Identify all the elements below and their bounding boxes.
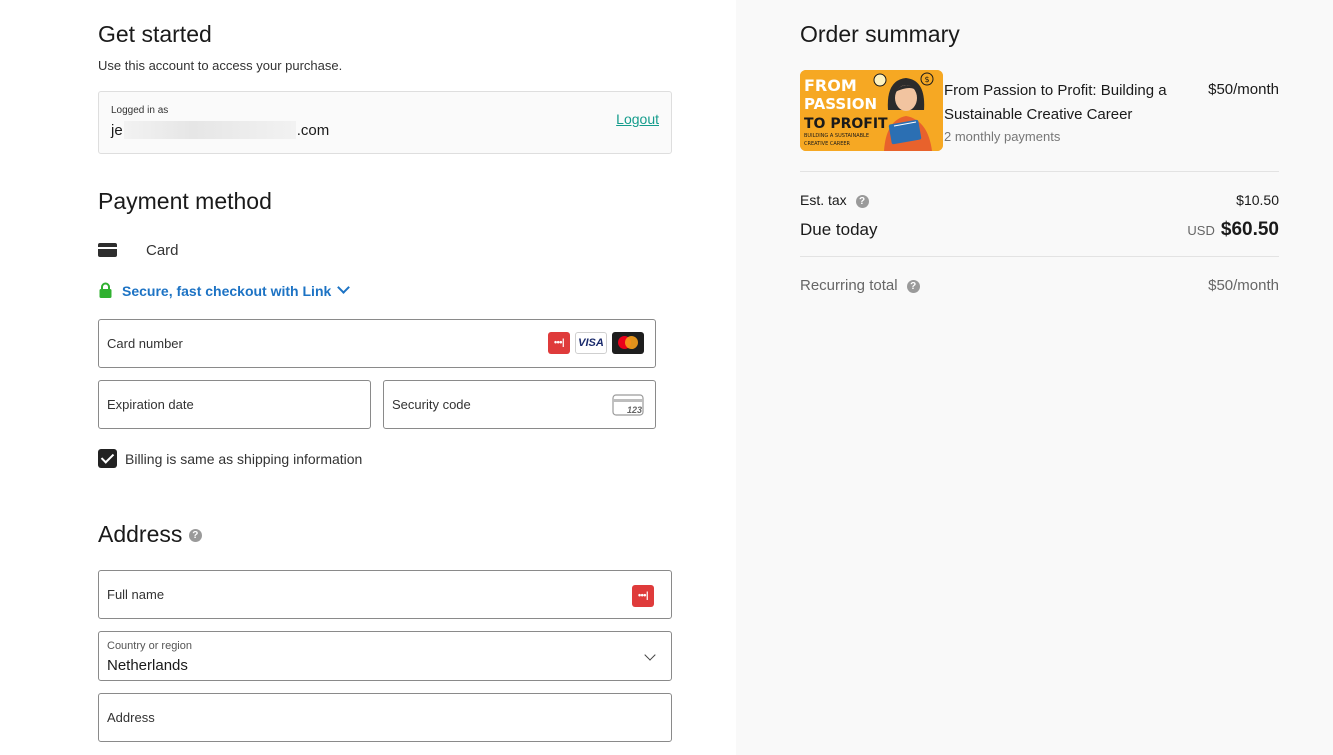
get-started-heading: Get started	[98, 21, 212, 47]
recurring-total-label: Recurring total ?	[800, 277, 920, 294]
chevron-down-icon	[644, 649, 656, 661]
cvc-icon-text: 123	[627, 405, 642, 415]
svg-text:$: $	[924, 75, 929, 84]
address-field[interactable]	[98, 693, 672, 742]
account-subtitle: Use this account to access your purchase…	[98, 58, 343, 73]
help-icon[interactable]: ?	[906, 279, 920, 293]
link-checkout-label: Secure, fast checkout with Link	[122, 282, 332, 299]
address-heading-text: Address	[98, 521, 183, 547]
thumb-line3: TO PROFIT	[804, 116, 888, 132]
help-icon[interactable]: ?	[855, 194, 869, 208]
due-value: $60.50	[1220, 219, 1279, 240]
cvc-card-icon: 123	[612, 394, 644, 421]
card-brands: •••| VISA	[548, 332, 644, 354]
thumb-line1: FROM	[804, 76, 857, 95]
security-code-field[interactable]: 123	[383, 380, 656, 429]
thumb-line2: PASSION	[804, 95, 877, 113]
summary-divider	[800, 256, 1279, 257]
product-title: From Passion to Profit: Building a Susta…	[944, 82, 1167, 123]
card-payment-option[interactable]: Card	[98, 240, 179, 260]
card-icon	[98, 243, 117, 257]
country-value: Netherlands	[107, 657, 188, 674]
account-box: Logged in as je .com Logout	[98, 91, 672, 154]
address-input[interactable]	[107, 694, 663, 741]
logout-link[interactable]: Logout	[616, 111, 659, 127]
expiration-date-field[interactable]	[98, 380, 371, 429]
summary-divider	[800, 171, 1279, 172]
security-code-input[interactable]	[392, 381, 647, 428]
recurring-total-value: $50/month	[1208, 277, 1279, 294]
tax-value: $10.50	[1236, 192, 1279, 208]
email-redacted	[123, 121, 296, 139]
billing-same-label: Billing is same as shipping information	[125, 451, 363, 467]
card-number-field[interactable]: •••| VISA	[98, 319, 656, 368]
order-summary-heading: Order summary	[800, 21, 960, 47]
logged-in-label: Logged in as	[111, 105, 169, 116]
link-dots-icon: •••|	[548, 332, 570, 354]
recurring-label-text: Recurring total	[800, 277, 898, 294]
product-thumbnail: FROM PASSION TO PROFIT BUILDING A SUSTAI…	[800, 70, 943, 151]
link-dots-icon: •••|	[632, 585, 654, 607]
help-icon[interactable]: ?	[188, 529, 202, 543]
full-name-input[interactable]	[107, 571, 663, 618]
expiration-date-input[interactable]	[107, 381, 362, 428]
due-today-label: Due today	[800, 220, 878, 239]
thumb-line4: BUILDING A SUSTAINABLE	[804, 133, 869, 139]
visa-icon: VISA	[575, 332, 607, 354]
chevron-down-icon	[337, 281, 351, 294]
tax-label-text: Est. tax	[800, 192, 847, 208]
tax-label: Est. tax ?	[800, 192, 869, 208]
email-suffix: .com	[296, 122, 330, 139]
product-price: $50/month	[1208, 81, 1279, 98]
billing-same-checkbox[interactable]	[98, 449, 117, 468]
country-select[interactable]: Country or region Netherlands	[98, 631, 672, 681]
address-heading: Address ?	[98, 521, 202, 548]
thumb-line5: CREATIVE CAREER	[804, 141, 851, 147]
lock-icon	[98, 282, 113, 299]
country-label: Country or region	[107, 640, 192, 652]
account-email: je .com	[111, 121, 329, 139]
due-today-amount: USD $60.50	[1187, 219, 1279, 241]
full-name-field[interactable]: •••|	[98, 570, 672, 619]
due-currency: USD	[1187, 223, 1215, 238]
card-label: Card	[146, 241, 179, 259]
payment-method-heading: Payment method	[98, 188, 272, 214]
product-billing-info: 2 monthly payments	[944, 129, 1061, 144]
link-checkout-toggle[interactable]: Secure, fast checkout with Link	[98, 281, 351, 299]
mastercard-icon	[612, 332, 644, 354]
checkout-form-panel: Get started Use this account to access y…	[0, 0, 736, 755]
email-prefix: je	[111, 122, 123, 139]
